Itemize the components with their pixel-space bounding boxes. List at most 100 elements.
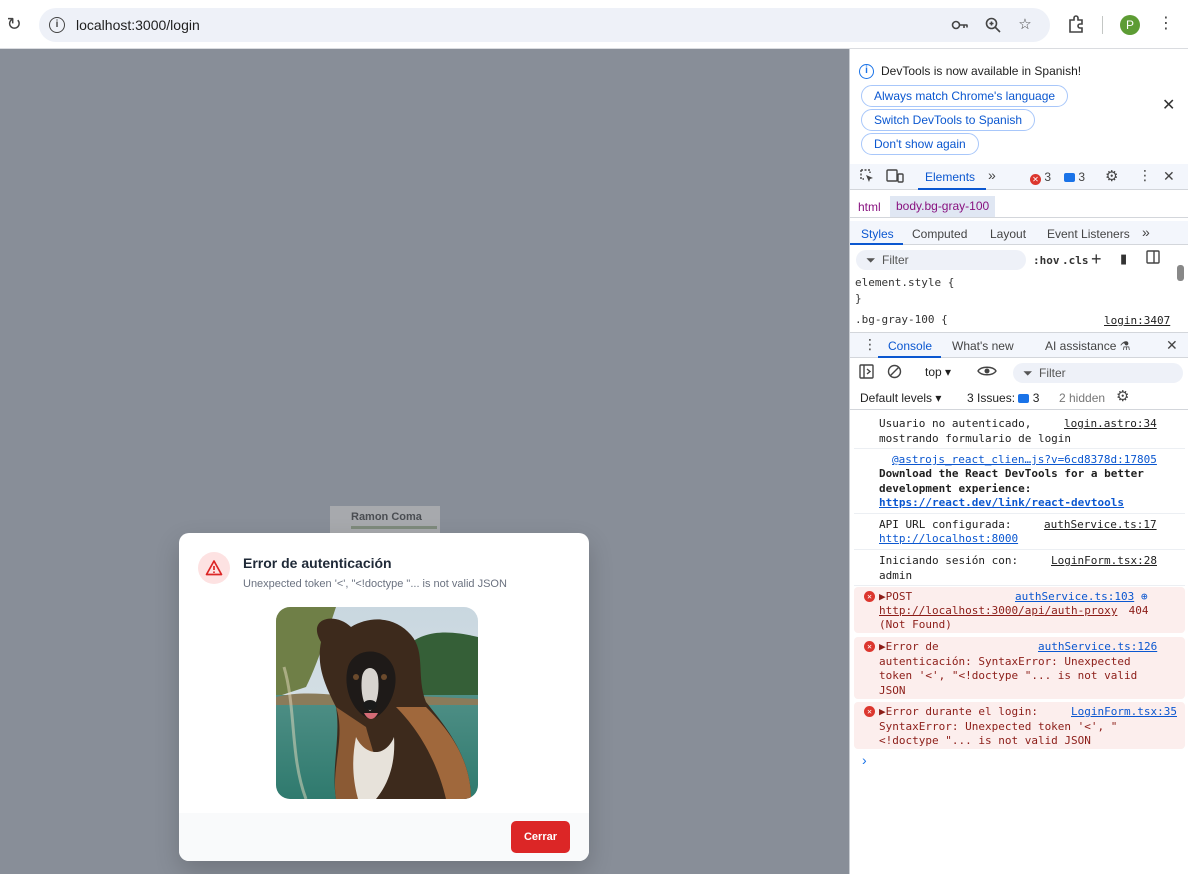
console-filter-input[interactable]: ⏷ Filter xyxy=(1013,363,1183,383)
sidebar-toggle-icon[interactable] xyxy=(1146,250,1160,267)
console-source-link[interactable]: LoginForm.tsx:28 xyxy=(1051,554,1157,567)
console-message[interactable]: @astrojs_react_clien…js?v=6cd8378d:17805… xyxy=(854,449,1185,514)
console-error[interactable]: ✕ ▶Error de autenticación: SyntaxError: … xyxy=(854,637,1185,699)
status-text: (Not Found) xyxy=(879,618,952,631)
tab-elements[interactable]: Elements xyxy=(925,170,975,184)
context-select-value: top xyxy=(925,365,942,379)
toolbar-separator xyxy=(1102,16,1103,34)
menu-icon[interactable]: ⋮ xyxy=(1156,14,1176,34)
auth-proxy-link[interactable]: http://localhost:3000/api/auth-proxy xyxy=(879,604,1117,619)
background-logo-text: Ramon Coma xyxy=(351,511,422,523)
dont-show-again-button[interactable]: Don't show again xyxy=(861,133,979,155)
error-icon: ✕ xyxy=(1030,174,1041,185)
device-toolbar-icon[interactable] xyxy=(886,168,904,187)
console-message-text: Usuario no autenticado, mostrando formul… xyxy=(879,417,1072,445)
tab-console[interactable]: Console xyxy=(888,339,932,353)
breadcrumb-html[interactable]: html xyxy=(858,200,881,214)
console-source-link[interactable]: authService.ts:103 xyxy=(1015,590,1134,603)
avatar[interactable]: P xyxy=(1120,15,1140,35)
console-prompt[interactable]: › xyxy=(862,752,867,768)
extensions-icon[interactable] xyxy=(1066,14,1086,34)
drawer-menu-icon[interactable]: ⋮ xyxy=(863,336,877,353)
browser-toolbar: ↻ i localhost:3000/login ☆ P ⋮ xyxy=(0,0,1188,49)
breadcrumb-body[interactable]: body.bg-gray-100 xyxy=(890,196,996,217)
console-source-link[interactable]: authService.ts:126 xyxy=(1038,640,1157,653)
devtools-panel: i DevTools is now available in Spanish! … xyxy=(849,49,1188,874)
filter-icon: ⏷ xyxy=(866,253,876,267)
inspect-icon[interactable] xyxy=(859,168,875,187)
modal-message: Unexpected token '<', "<!doctype "... is… xyxy=(243,578,507,590)
console-message[interactable]: Iniciando sesión con: admin LoginForm.ts… xyxy=(854,550,1185,586)
chevron-down-icon: ▾ xyxy=(945,365,952,379)
paint-icon[interactable]: ▮ xyxy=(1120,251,1127,267)
issues-count: 3 xyxy=(1032,391,1040,405)
console-source-link[interactable]: @astrojs_react_clien…js?v=6cd8378d:17805 xyxy=(892,453,1157,466)
console-error[interactable]: ✕ ▶POST authService.ts:103 ⊕ http://loca… xyxy=(854,587,1185,633)
errors-counter[interactable]: ✕ 3 xyxy=(1030,170,1051,185)
devtools-menu-icon[interactable]: ⋮ xyxy=(1138,167,1152,184)
close-devtools-icon[interactable]: ✕ xyxy=(1163,168,1175,185)
styles-filter-input[interactable]: ⏷ Filter xyxy=(856,250,1026,270)
flask-icon: ⚗ xyxy=(1119,339,1131,353)
console-settings-icon[interactable]: ⚙ xyxy=(1116,387,1129,405)
tab-layout[interactable]: Layout xyxy=(990,227,1026,241)
react-devtools-link[interactable]: https://react.dev/link/react-devtools xyxy=(879,496,1124,511)
tab-styles[interactable]: Styles xyxy=(861,227,894,241)
console-sidebar-icon[interactable] xyxy=(859,364,874,382)
close-button[interactable]: Cerrar xyxy=(511,821,570,853)
console-source-link[interactable]: LoginForm.tsx:35 xyxy=(1071,705,1177,718)
styles-scrollbar[interactable] xyxy=(1176,249,1184,309)
styles-tabs: Styles Computed Layout Event Listeners » xyxy=(850,221,1188,245)
match-language-button[interactable]: Always match Chrome's language xyxy=(861,85,1069,107)
error-icon: ✕ xyxy=(864,591,875,602)
tab-ai-assistance[interactable]: AI assistance ⚗ xyxy=(1045,339,1130,353)
tab-computed[interactable]: Computed xyxy=(912,227,967,241)
clear-console-icon[interactable] xyxy=(887,364,902,382)
page-overlay: Ramon Coma Error de autenticación Unexpe… xyxy=(0,49,849,874)
more-style-tabs-icon[interactable]: » xyxy=(1142,224,1150,240)
zoom-icon[interactable] xyxy=(984,16,1002,34)
cls-toggle[interactable]: .cls xyxy=(1062,254,1089,267)
style-rule-bg-gray[interactable]: .bg-gray-100 { xyxy=(855,313,948,326)
network-icon[interactable]: ⊕ xyxy=(1141,590,1148,603)
new-rule-icon[interactable]: + xyxy=(1091,249,1102,270)
console-error[interactable]: ✕ ▶Error durante el login: SyntaxError: … xyxy=(854,702,1185,749)
message-icon xyxy=(1064,173,1075,182)
live-expression-icon[interactable] xyxy=(977,363,997,382)
devtools-main-tabs: Elements » ✕ 3 3 ⚙ ⋮ ✕ xyxy=(850,164,1188,190)
console-filter-icon: ⏷ xyxy=(1023,366,1033,380)
api-url-link[interactable]: http://localhost:8000 xyxy=(879,532,1018,547)
issues-label: 3 Issues: xyxy=(967,391,1016,405)
close-drawer-icon[interactable]: ✕ xyxy=(1166,337,1178,354)
style-rule-close: } xyxy=(855,292,862,305)
console-message[interactable]: Usuario no autenticado, mostrando formul… xyxy=(854,413,1185,449)
key-icon[interactable] xyxy=(951,16,969,34)
star-icon[interactable]: ☆ xyxy=(1016,16,1034,34)
close-banner-icon[interactable]: ✕ xyxy=(1162,98,1175,114)
console-source-link[interactable]: login.astro:34 xyxy=(1064,417,1157,430)
style-source-link[interactable]: login:3407 xyxy=(1104,314,1170,327)
messages-counter[interactable]: 3 xyxy=(1064,170,1085,184)
console-error-text: ▶POST xyxy=(879,590,913,603)
styles-filter-placeholder: Filter xyxy=(882,253,909,267)
reload-icon[interactable]: ↻ xyxy=(4,14,24,34)
url-text[interactable]: localhost:3000/login xyxy=(76,17,200,33)
issues-counter[interactable]: 3 Issues: 3 xyxy=(967,391,1039,405)
switch-spanish-button[interactable]: Switch DevTools to Spanish xyxy=(861,109,1036,131)
tab-event-listeners[interactable]: Event Listeners xyxy=(1047,227,1130,241)
tab-whats-new[interactable]: What's new xyxy=(952,339,1014,353)
console-message[interactable]: API URL configurada: authService.ts:17 h… xyxy=(854,514,1185,550)
more-tabs-icon[interactable]: » xyxy=(988,167,996,183)
info-icon: i xyxy=(859,64,874,79)
style-rule-element[interactable]: element.style { xyxy=(855,276,954,289)
modal-title: Error de autenticación xyxy=(243,555,392,571)
context-select[interactable]: top ▾ xyxy=(925,365,951,379)
site-info-icon[interactable]: i xyxy=(49,17,65,33)
breadcrumb: html body.bg-gray-100 xyxy=(850,196,1188,218)
console-drawer-tabs: ⋮ Console What's new AI assistance ⚗ ✕ xyxy=(850,332,1188,358)
hov-toggle[interactable]: :hov xyxy=(1033,254,1060,267)
log-levels-select[interactable]: Default levels ▾ xyxy=(860,391,941,405)
address-bar[interactable]: i localhost:3000/login ☆ xyxy=(39,8,1050,42)
console-source-link[interactable]: authService.ts:17 xyxy=(1044,518,1157,531)
settings-icon[interactable]: ⚙ xyxy=(1105,167,1118,185)
